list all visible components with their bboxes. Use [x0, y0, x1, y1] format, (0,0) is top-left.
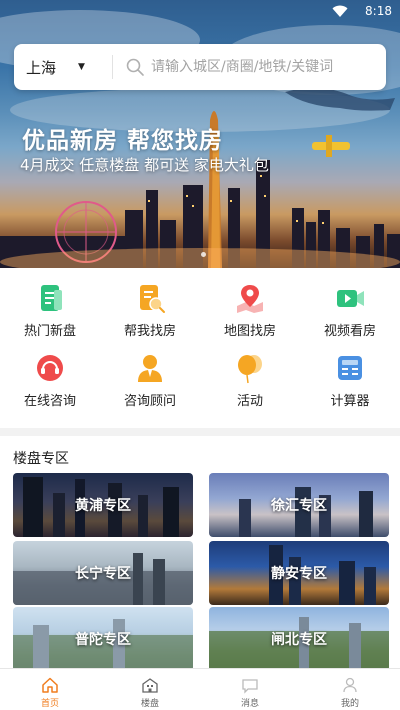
district-tile-changning[interactable]: 长宁专区: [13, 541, 193, 605]
shortcut-label: 咨询顾问: [123, 394, 176, 409]
home-icon: [42, 677, 58, 693]
hero-banner[interactable]: 上海 ▼ 优品新房 帮您找房 4月成交 任意楼盘 都可送 家电大礼包: [0, 0, 400, 268]
bottom-navigation: 首页 楼盘 消息 我的: [0, 668, 400, 710]
balloon-icon: [238, 355, 262, 384]
district-label: 黄浦专区: [75, 498, 131, 514]
search-bar[interactable]: 上海 ▼: [14, 44, 386, 90]
search-divider: [112, 55, 113, 79]
shortcut-label: 热门新盘: [23, 324, 76, 339]
building-icon: [142, 678, 158, 693]
consultant-icon: [138, 355, 162, 382]
city-selector[interactable]: 上海 ▼: [14, 44, 112, 90]
district-tile-putuo[interactable]: 普陀专区: [13, 607, 193, 671]
district-tile-huangpu[interactable]: 黄浦专区: [13, 473, 193, 537]
shortcut-events[interactable]: 活动: [200, 352, 300, 422]
shortcut-online-consult[interactable]: 在线咨询: [0, 352, 100, 422]
nav-label: 我的: [340, 699, 359, 709]
caret-down-icon: ▼: [78, 62, 85, 72]
shortcut-label: 在线咨询: [23, 394, 76, 409]
shortcut-hot-new-homes[interactable]: 热门新盘: [0, 282, 100, 352]
nav-buildings[interactable]: 楼盘: [100, 669, 200, 710]
district-tile-zhabei[interactable]: 闸北专区: [209, 607, 389, 671]
document-search-icon: [140, 285, 165, 313]
section-divider: [0, 428, 400, 436]
shortcut-label: 帮我找房: [123, 324, 176, 339]
district-tile-xuhui[interactable]: 徐汇专区: [209, 473, 389, 537]
banner-subtitle: 4月成交 任意楼盘 都可送 家电大礼包: [20, 156, 269, 174]
search-input[interactable]: [151, 59, 371, 75]
district-label: 长宁专区: [75, 566, 131, 582]
shortcut-label: 活动: [236, 394, 263, 409]
shortcut-grid: 热门新盘 帮我找房 地图找房 视频看房 在线咨询 咨询顾问 活动 计算器: [0, 282, 400, 422]
district-label: 普陀专区: [75, 632, 131, 648]
nav-home[interactable]: 首页: [0, 669, 100, 710]
status-bar: 8:18: [0, 0, 400, 24]
nav-label: 楼盘: [140, 699, 159, 709]
district-tile-jingan[interactable]: 静安专区: [209, 541, 389, 605]
shortcut-consultant[interactable]: 咨询顾问: [100, 352, 200, 422]
headset-icon: [37, 355, 63, 381]
video-camera-icon: [337, 290, 364, 307]
shortcut-label: 地图找房: [223, 324, 276, 339]
nav-label: 首页: [40, 699, 59, 709]
search-icon: [126, 58, 144, 76]
section-title: 楼盘专区: [13, 451, 69, 467]
calculator-icon: [338, 356, 362, 380]
shortcut-label: 计算器: [330, 394, 370, 409]
nav-label: 消息: [240, 699, 259, 709]
shortcut-map-find-home[interactable]: 地图找房: [200, 282, 300, 352]
nav-profile[interactable]: 我的: [300, 669, 400, 710]
shortcut-row: 热门新盘 帮我找房 地图找房 视频看房: [0, 282, 400, 352]
message-icon: [242, 679, 258, 694]
shortcut-row: 在线咨询 咨询顾问 活动 计算器: [0, 352, 400, 422]
document-icon: [41, 285, 62, 311]
wifi-icon: [332, 5, 348, 17]
map-pin-icon: [237, 285, 263, 313]
user-icon: [343, 677, 357, 693]
shortcut-help-find-home[interactable]: 帮我找房: [100, 282, 200, 352]
district-label: 闸北专区: [271, 632, 327, 648]
shortcut-label: 视频看房: [323, 324, 376, 339]
district-label: 静安专区: [271, 566, 327, 582]
district-label: 徐汇专区: [271, 498, 327, 514]
carousel-indicator: [201, 252, 206, 257]
shortcut-video-viewing[interactable]: 视频看房: [300, 282, 400, 352]
city-name: 上海: [26, 58, 57, 77]
shortcut-calculator[interactable]: 计算器: [300, 352, 400, 422]
banner-title: 优品新房 帮您找房: [22, 128, 224, 154]
nav-messages[interactable]: 消息: [200, 669, 300, 710]
status-time: 8:18: [365, 4, 392, 18]
